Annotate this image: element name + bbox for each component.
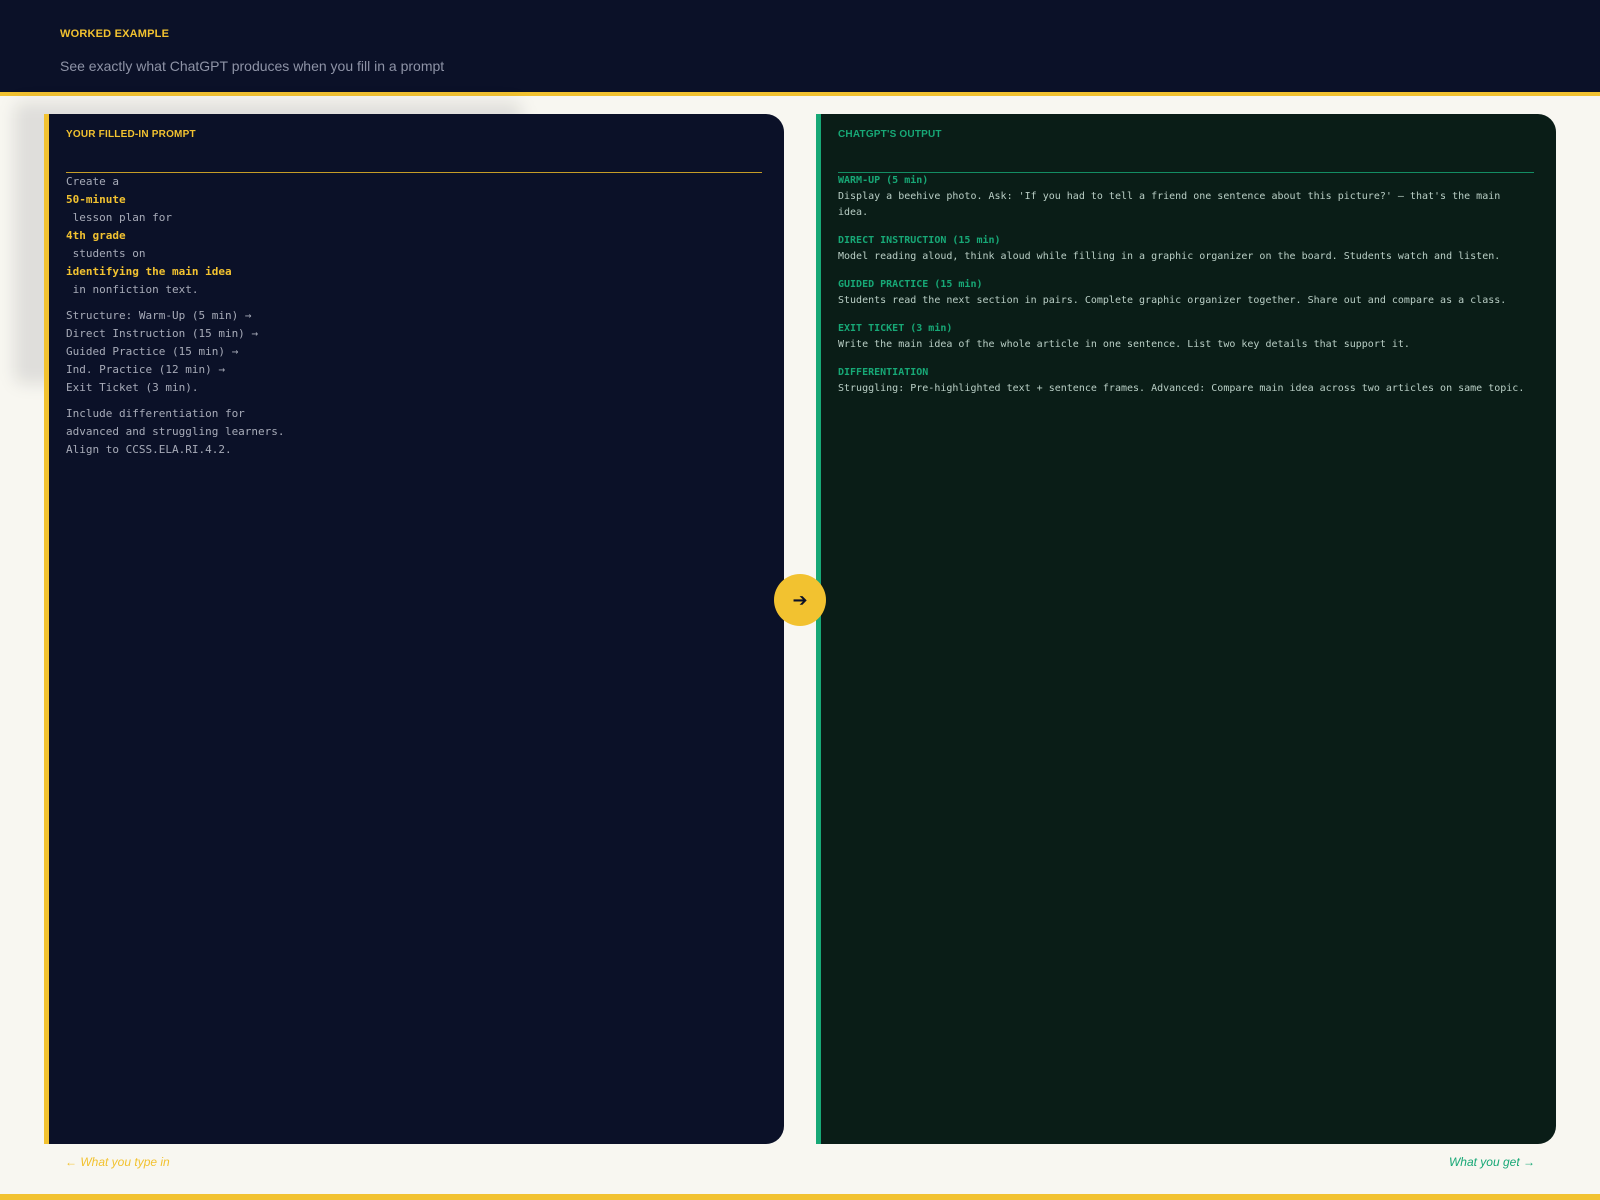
- output-section-title: GUIDED PRACTICE (15 min): [838, 279, 983, 290]
- prompt-structure-line: Exit Ticket (3 min).: [66, 381, 199, 394]
- page-subtitle: See exactly what ChatGPT produces when y…: [60, 58, 445, 74]
- prompt-structure-line: Structure: Warm-Up (5 min) →: [66, 309, 252, 322]
- prompt-footer-line: Include differentiation for: [66, 407, 245, 420]
- prompt-variable-grade: 4th grade: [66, 229, 126, 242]
- prompt-panel-title: YOUR FILLED-IN PROMPT: [66, 129, 762, 173]
- prompt-body: Create a 50-minute lesson plan for 4th g…: [66, 173, 762, 459]
- output-section: DIFFERENTIATION Struggling: Pre-highligh…: [838, 365, 1534, 397]
- prompt-structure-line: Direct Instruction (15 min) →: [66, 327, 259, 340]
- output-section-body: Students read the next section in pairs.…: [838, 295, 1507, 306]
- caption-output: What you get →: [1448, 1155, 1535, 1169]
- bottom-divider: [0, 1194, 1600, 1200]
- output-body: WARM-UP (5 min) Display a beehive photo.…: [838, 173, 1534, 409]
- header-bar: WORKED EXAMPLE See exactly what ChatGPT …: [0, 0, 1600, 96]
- prompt-variable-topic: identifying the main idea: [66, 265, 232, 278]
- output-section-title: DIRECT INSTRUCTION (15 min): [838, 235, 1001, 246]
- output-section: DIRECT INSTRUCTION (15 min) Model readin…: [838, 233, 1534, 265]
- output-section-body: Struggling: Pre-highlighted text + sente…: [838, 383, 1525, 394]
- prompt-line: in nonfiction text.: [66, 283, 199, 296]
- prompt-line: lesson plan for: [66, 211, 172, 224]
- prompt-structure-line: Ind. Practice (12 min) →: [66, 363, 225, 376]
- output-section: WARM-UP (5 min) Display a beehive photo.…: [838, 173, 1534, 221]
- output-section-title: WARM-UP (5 min): [838, 175, 929, 186]
- prompt-line: students on: [66, 247, 146, 260]
- output-section: EXIT TICKET (3 min) Write the main idea …: [838, 321, 1534, 353]
- output-section-body: Display a beehive photo. Ask: 'If you ha…: [838, 191, 1501, 218]
- output-section: GUIDED PRACTICE (15 min) Students read t…: [838, 277, 1534, 309]
- prompt-footer-line: advanced and struggling learners.: [66, 425, 285, 438]
- prompt-footer-line: Align to CCSS.ELA.RI.4.2.: [66, 443, 232, 456]
- caption-input: ← What you type in: [65, 1155, 170, 1169]
- prompt-line: Create a: [66, 175, 119, 188]
- output-section-title: EXIT TICKET (3 min): [838, 323, 953, 334]
- eyebrow-label: WORKED EXAMPLE: [60, 28, 170, 40]
- output-section-title: DIFFERENTIATION: [838, 367, 929, 378]
- output-panel-title: CHATGPT'S OUTPUT: [838, 129, 1534, 173]
- output-panel: CHATGPT'S OUTPUT WARM-UP (5 min) Display…: [816, 114, 1556, 1144]
- output-section-body: Model reading aloud, think aloud while f…: [838, 251, 1501, 262]
- arrow-right-icon: ➔: [774, 574, 826, 626]
- prompt-panel: YOUR FILLED-IN PROMPT Create a 50-minute…: [44, 114, 784, 1144]
- prompt-variable-duration: 50-minute: [66, 193, 126, 206]
- output-section-body: Write the main idea of the whole article…: [838, 339, 1410, 350]
- prompt-structure-line: Guided Practice (15 min) →: [66, 345, 239, 358]
